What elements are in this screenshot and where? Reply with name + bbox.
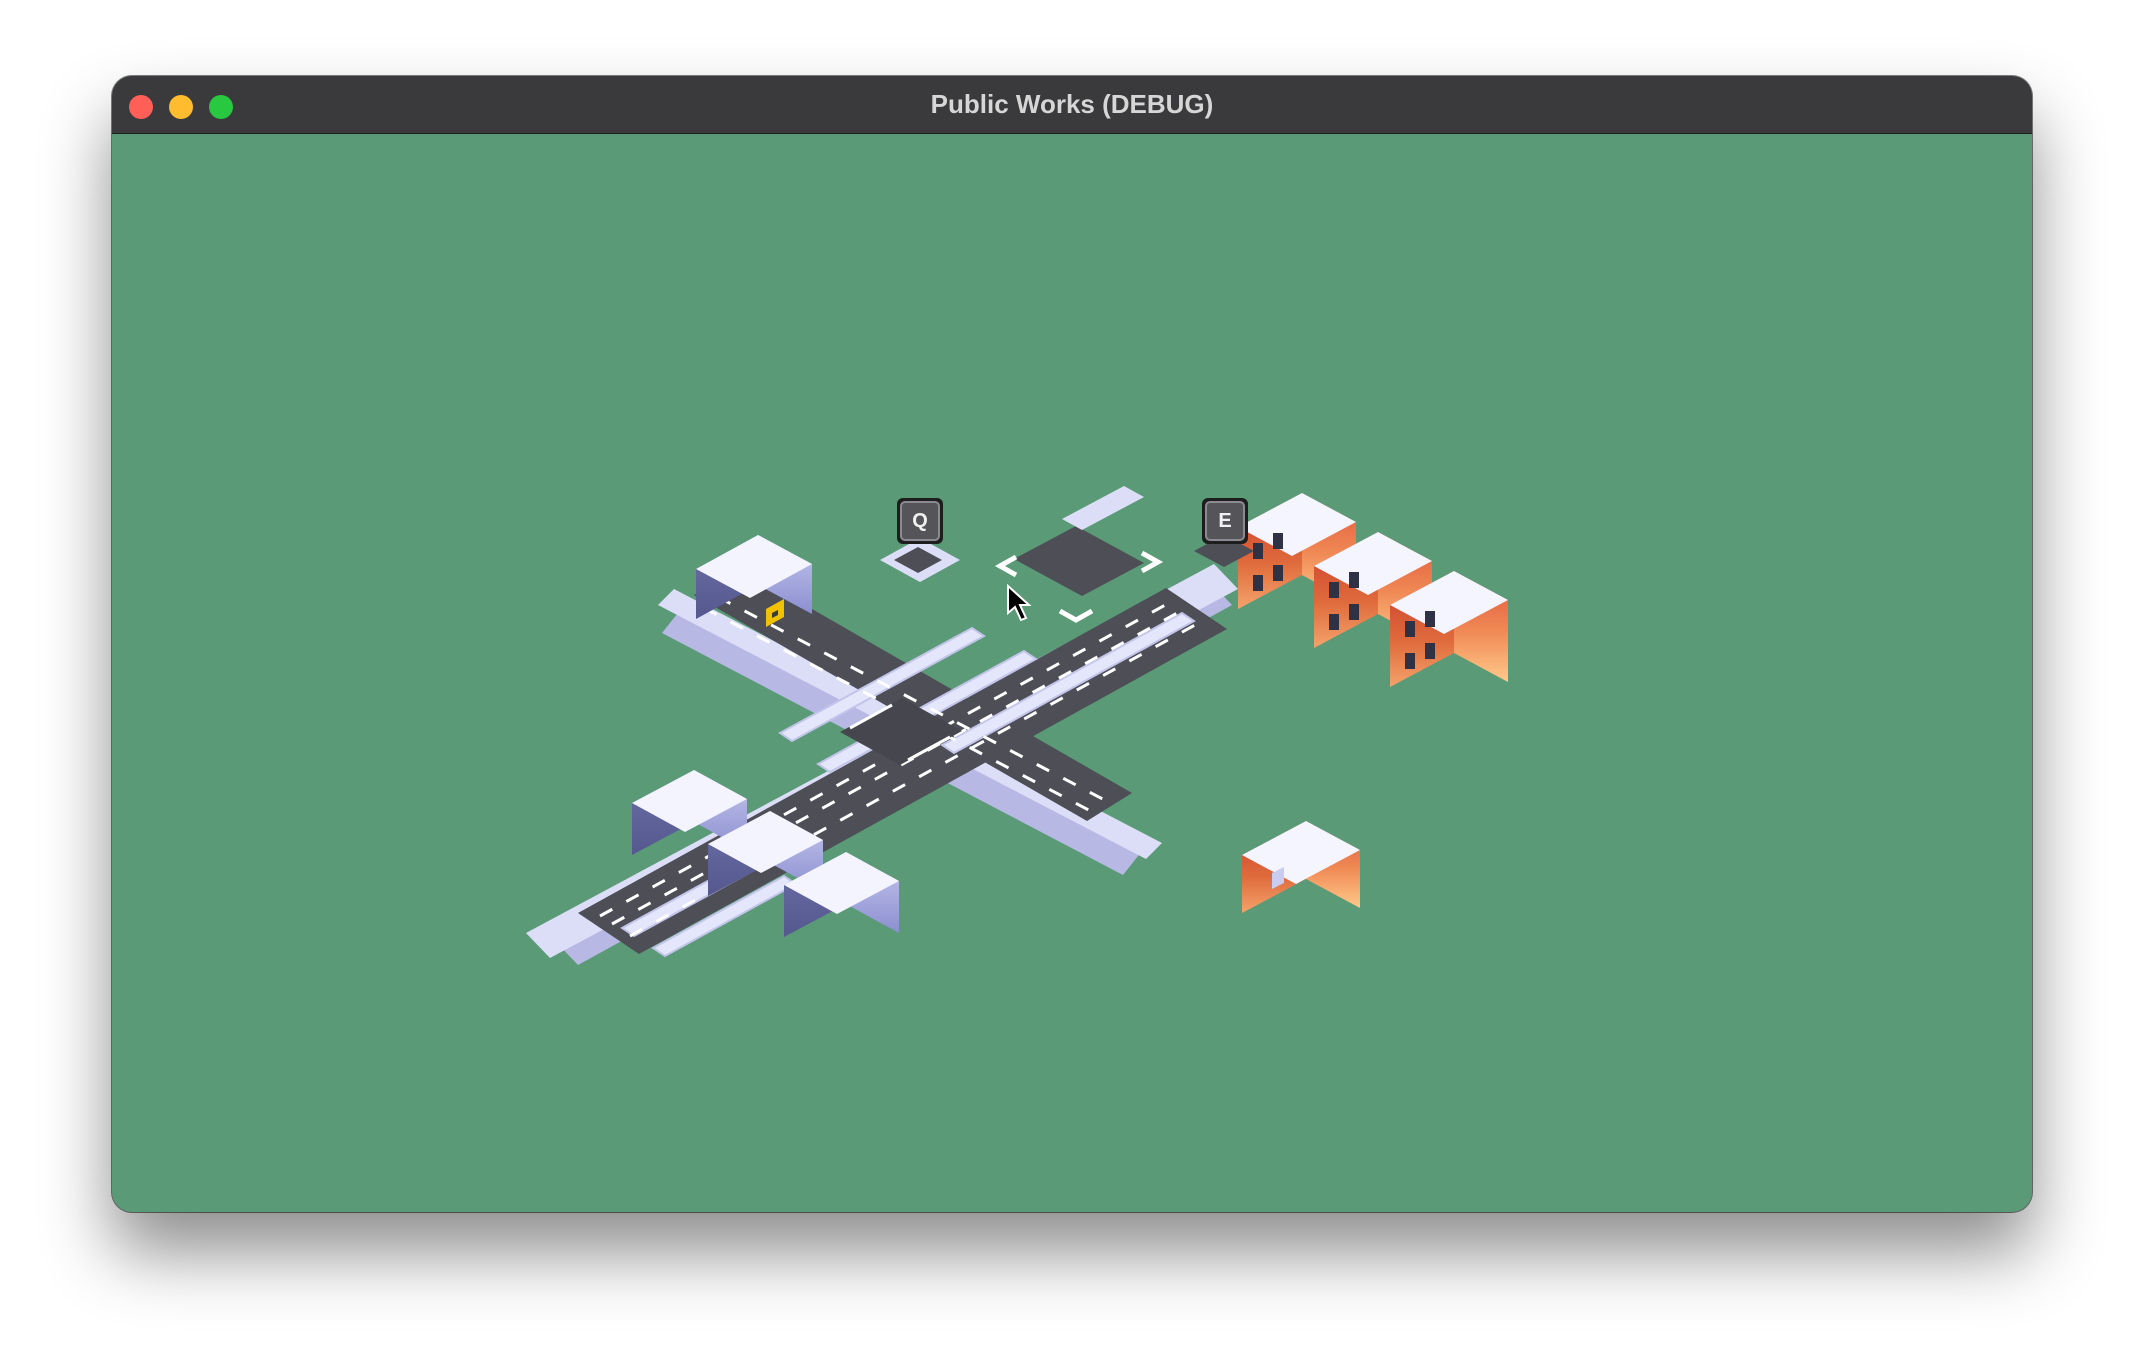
key-e-label: E bbox=[1218, 510, 1232, 532]
title-bar[interactable]: Public Works (DEBUG) bbox=[112, 76, 2032, 134]
current-piece bbox=[1014, 526, 1144, 596]
key-q-label: Q bbox=[912, 510, 928, 532]
game-viewport[interactable]: Q E bbox=[112, 133, 2032, 1212]
window-title: Public Works (DEBUG) bbox=[930, 89, 1214, 119]
brick-row[interactable] bbox=[1238, 493, 1508, 687]
corner-brick-building[interactable] bbox=[1242, 821, 1360, 913]
app-window: Public Works (DEBUG) Q E bbox=[112, 76, 2032, 1212]
isometric-board bbox=[526, 486, 1508, 965]
mouse-cursor-icon bbox=[1007, 583, 1032, 622]
